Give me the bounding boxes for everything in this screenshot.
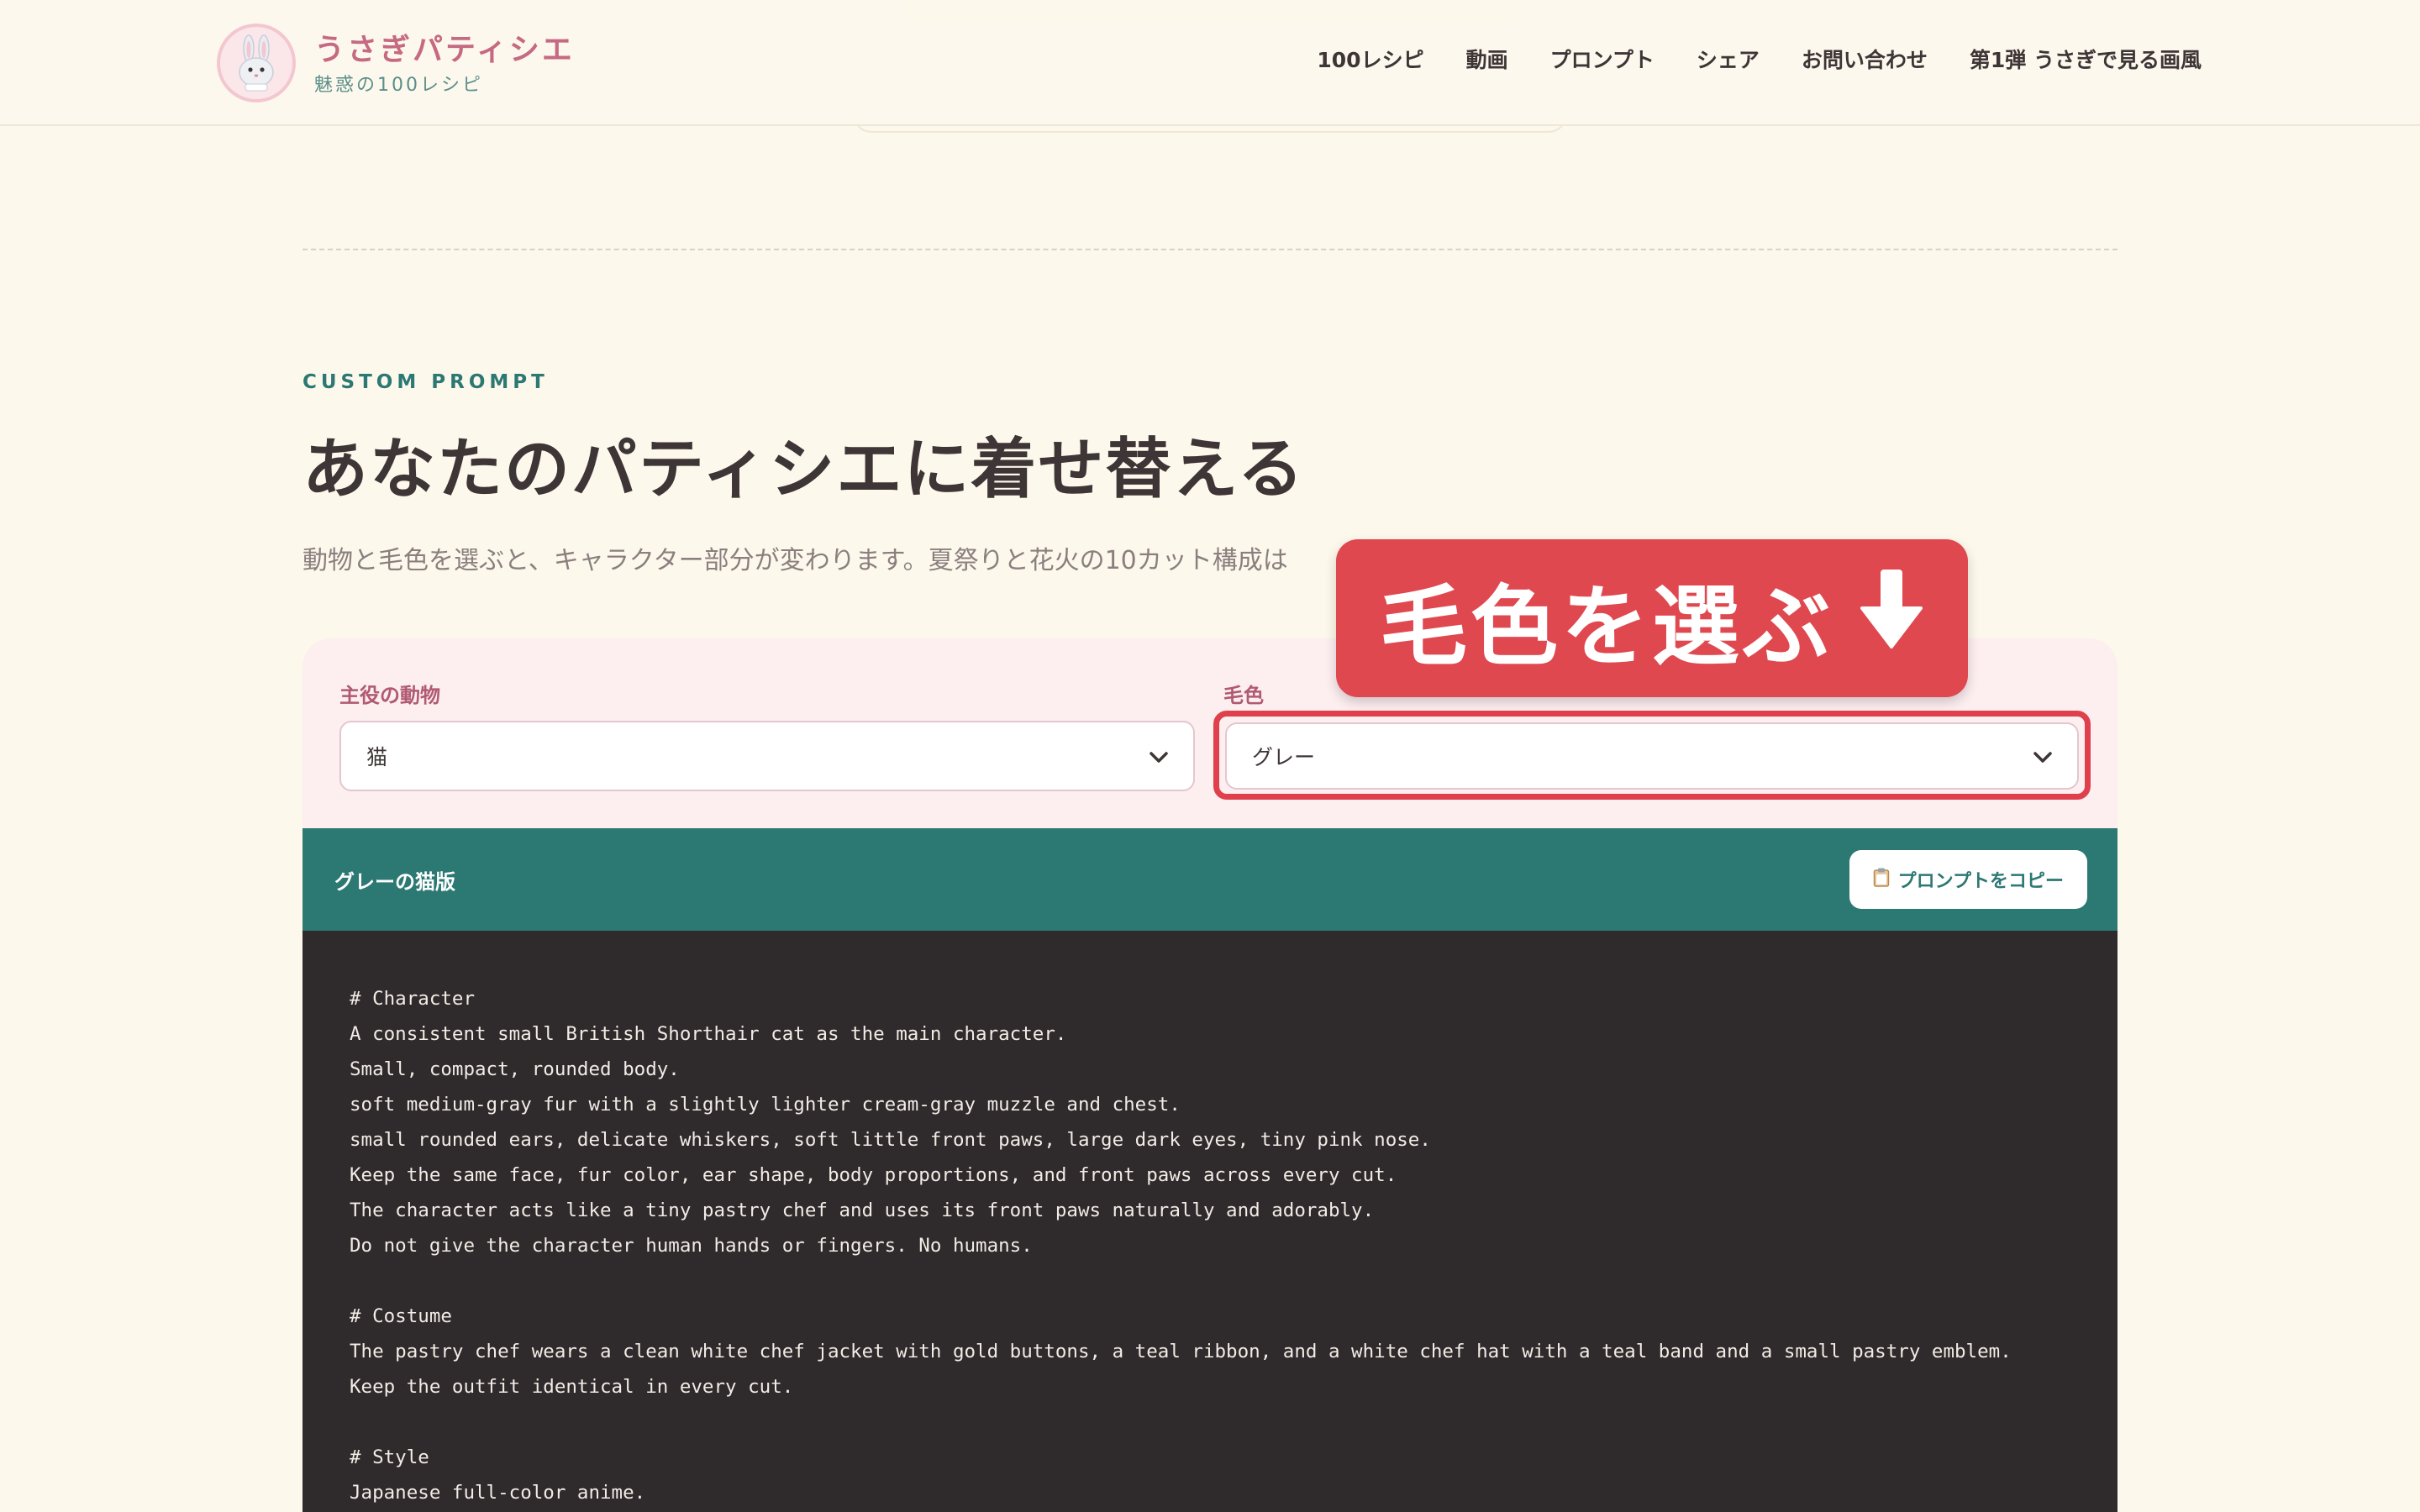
nav-item-recipes[interactable]: 100レシピ [1317,44,1423,74]
code-line: Keep the outfit identical in every cut. [350,1376,794,1398]
code-line: A consistent small British Shorthair cat… [350,1023,1067,1045]
nav-item-contact[interactable]: お問い合わせ [1802,44,1928,74]
rabbit-logo-icon[interactable] [217,24,296,102]
clipboard-icon [1873,867,1890,892]
section-divider [302,249,2118,250]
copy-prompt-label: プロンプトをコピー [1897,871,2064,892]
code-line: # Character [350,988,476,1010]
nav-item-videos[interactable]: 動画 [1466,44,1508,74]
fur-color-callout: 毛色を選ぶ [1336,539,1968,697]
arrow-down-icon [1859,566,1924,671]
code-line: small rounded ears, delicate whiskers, s… [350,1129,1431,1151]
prompt-card-title: グレーの猫版 [334,870,455,894]
code-line: Keep the same face, fur color, ear shape… [350,1164,1397,1186]
section-description: 動物と毛色を選ぶと、キャラクター部分が変わります。夏祭りと花火の10カット構成は [302,546,1288,575]
animal-select[interactable]: 猫 [339,721,1195,791]
fur-color-label: 毛色 [1223,684,1264,707]
brand-title[interactable]: うさぎパティシエ [314,25,575,69]
brand-subtitle: 魅惑の100レシピ [314,75,483,96]
site-header: うさぎパティシエ 魅惑の100レシピ 100レシピ 動画 プロンプト シェア お… [0,0,2420,126]
prompt-code-block: # Character A consistent small British S… [302,931,2118,1512]
main-nav: 100レシピ 動画 プロンプト シェア お問い合わせ 第1弾 うさぎで見る画風 [1317,44,2202,74]
callout-text: 毛色を選ぶ [1379,575,1833,678]
code-line: Do not give the character human hands or… [350,1235,1033,1257]
code-line: # Style [350,1446,429,1468]
animal-select-value: 猫 [366,745,388,769]
nav-item-prompts[interactable]: プロンプト [1550,44,1655,74]
code-line: Small, compact, rounded body. [350,1058,680,1080]
code-line: soft medium-gray fur with a slightly lig… [350,1094,1181,1116]
code-line: Japanese full-color anime. [350,1482,646,1504]
nav-item-share[interactable]: シェア [1697,44,1760,74]
fur-color-highlight [1213,711,2091,800]
code-line: # Costume [350,1305,452,1327]
section-eyebrow: CUSTOM PROMPT [302,371,549,393]
nav-item-first-edition[interactable]: 第1弾 うさぎで見る画風 [1970,44,2202,74]
code-line: The pastry chef wears a clean white chef… [350,1341,2012,1362]
copy-prompt-button[interactable]: プロンプトをコピー [1849,850,2087,909]
code-line: The character acts like a tiny pastry ch… [350,1200,1375,1221]
animal-label: 主役の動物 [339,684,440,707]
prompt-card-header: グレーの猫版 プロンプトをコピー [302,828,2118,931]
section-title: あなたのパティシエに着せ替える [302,432,1305,507]
chevron-down-icon [1150,744,1168,769]
